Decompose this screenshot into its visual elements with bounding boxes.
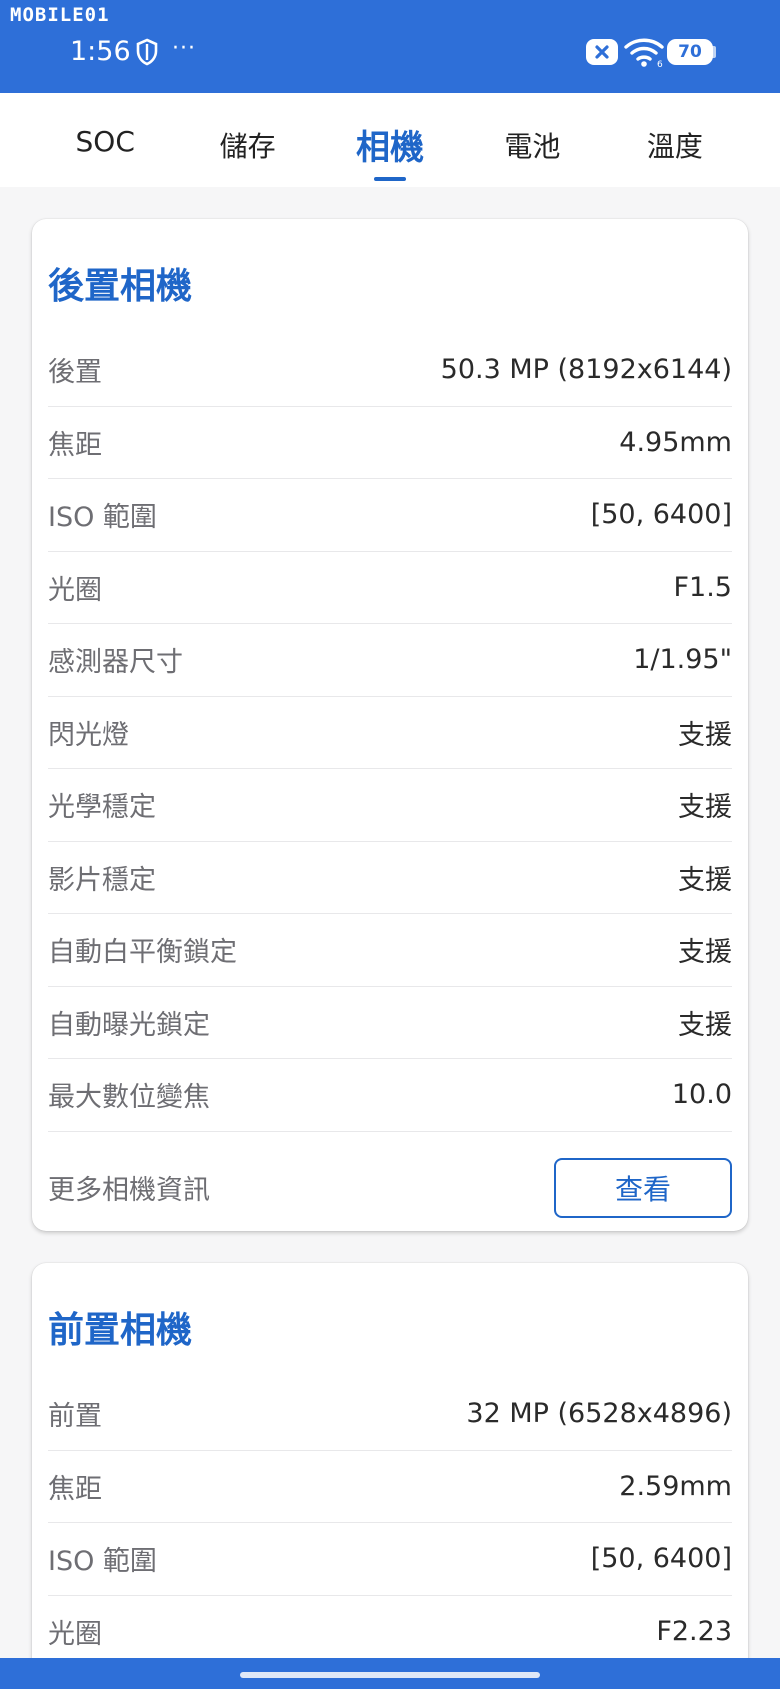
rear-ois-row: 光學穩定 支援 — [48, 769, 732, 842]
navigation-bar — [0, 1658, 780, 1689]
rear-iso-range-row: ISO 範圍 [50, 6400] — [48, 479, 732, 552]
front-iso-range-row: ISO 範圍 [50, 6400] — [48, 1523, 732, 1596]
rear-max-digital-zoom-row: 最大數位變焦 10.0 — [48, 1059, 732, 1132]
row-label: 自動白平衡鎖定 — [48, 937, 237, 969]
row-value: 支援 — [678, 719, 732, 751]
wifi-icon: 6 — [624, 38, 664, 68]
row-value: 32 MP (6528x4896) — [466, 1398, 732, 1430]
watermark-logo: MOBILE01 — [10, 4, 110, 26]
row-value: 1/1.95" — [633, 644, 732, 676]
tab-temperature[interactable]: 溫度 — [604, 93, 746, 187]
tab-storage[interactable]: 儲存 — [176, 93, 318, 187]
more-camera-info-row: 更多相機資訊 查看 — [48, 1132, 732, 1244]
front-focal-length-row: 焦距 2.59mm — [48, 1451, 732, 1523]
rear-sensor-size-row: 感測器尺寸 1/1.95" — [48, 624, 732, 697]
home-gesture-handle[interactable] — [240, 1672, 540, 1678]
rear-resolution-row: 後置 50.3 MP (8192x6144) — [48, 334, 732, 407]
tab-camera[interactable]: 相機 — [319, 93, 461, 187]
row-label: 光圈 — [48, 1618, 102, 1650]
rear-ae-lock-row: 自動曝光鎖定 支援 — [48, 987, 732, 1059]
tab-soc[interactable]: SOC — [34, 93, 176, 187]
row-label: ISO 範圍 — [48, 502, 157, 534]
row-label: 影片穩定 — [48, 864, 156, 896]
more-camera-info-label: 更多相機資訊 — [48, 1175, 210, 1206]
row-value: [50, 6400] — [590, 499, 732, 531]
row-label: ISO 範圍 — [48, 1546, 157, 1578]
tab-battery[interactable]: 電池 — [461, 93, 603, 187]
row-value: 支援 — [678, 864, 732, 896]
row-label: 最大數位變焦 — [48, 1082, 210, 1114]
row-value: [50, 6400] — [590, 1543, 732, 1575]
wifi-badge: 6 — [657, 60, 663, 68]
row-value: 4.95mm — [619, 426, 732, 458]
front-resolution-row: 前置 32 MP (6528x4896) — [48, 1378, 732, 1451]
row-label: 焦距 — [48, 1473, 102, 1505]
battery-indicator: 70 — [667, 39, 713, 65]
row-value: F2.23 — [656, 1615, 732, 1647]
row-label: 光圈 — [48, 574, 102, 606]
row-value: F1.5 — [673, 571, 732, 603]
rear-focal-length-row: 焦距 4.95mm — [48, 407, 732, 479]
status-bar: MOBILE01 1:56 ··· 6 70 — [0, 0, 780, 93]
row-value: 支援 — [678, 1009, 732, 1041]
view-button[interactable]: 查看 — [554, 1157, 732, 1218]
rear-aperture-row: 光圈 F1.5 — [48, 552, 732, 624]
front-camera-title: 前置相機 — [48, 1310, 193, 1351]
row-label: 感測器尺寸 — [48, 647, 183, 679]
row-label: 前置 — [48, 1401, 102, 1433]
row-value: 支援 — [678, 792, 732, 824]
row-value: 10.0 — [671, 1079, 732, 1111]
rear-camera-title: 後置相機 — [48, 266, 193, 307]
row-label: 自動曝光鎖定 — [48, 1009, 210, 1041]
shield-icon — [136, 38, 158, 66]
close-icon — [586, 39, 618, 65]
row-label: 後置 — [48, 357, 102, 389]
row-label: 閃光燈 — [48, 719, 129, 751]
row-label: 焦距 — [48, 429, 102, 461]
battery-tip — [712, 46, 716, 58]
front-camera-card: 前置相機 前置 32 MP (6528x4896) 焦距 2.59mm ISO … — [32, 1263, 748, 1689]
row-label: 光學穩定 — [48, 792, 156, 824]
row-value: 支援 — [678, 937, 732, 969]
rear-video-stabilization-row: 影片穩定 支援 — [48, 842, 732, 914]
row-value: 50.3 MP (8192x6144) — [440, 354, 732, 386]
rear-camera-card: 後置相機 後置 50.3 MP (8192x6144) 焦距 4.95mm IS… — [32, 219, 748, 1231]
rear-flash-row: 閃光燈 支援 — [48, 697, 732, 769]
rear-awb-lock-row: 自動白平衡鎖定 支援 — [48, 914, 732, 987]
active-tab-indicator — [374, 177, 407, 181]
tab-bar: SOC 儲存 相機 電池 溫度 — [0, 93, 780, 187]
row-value: 2.59mm — [619, 1470, 732, 1502]
more-notifications-icon: ··· — [172, 36, 196, 61]
status-time: 1:56 — [70, 36, 131, 67]
